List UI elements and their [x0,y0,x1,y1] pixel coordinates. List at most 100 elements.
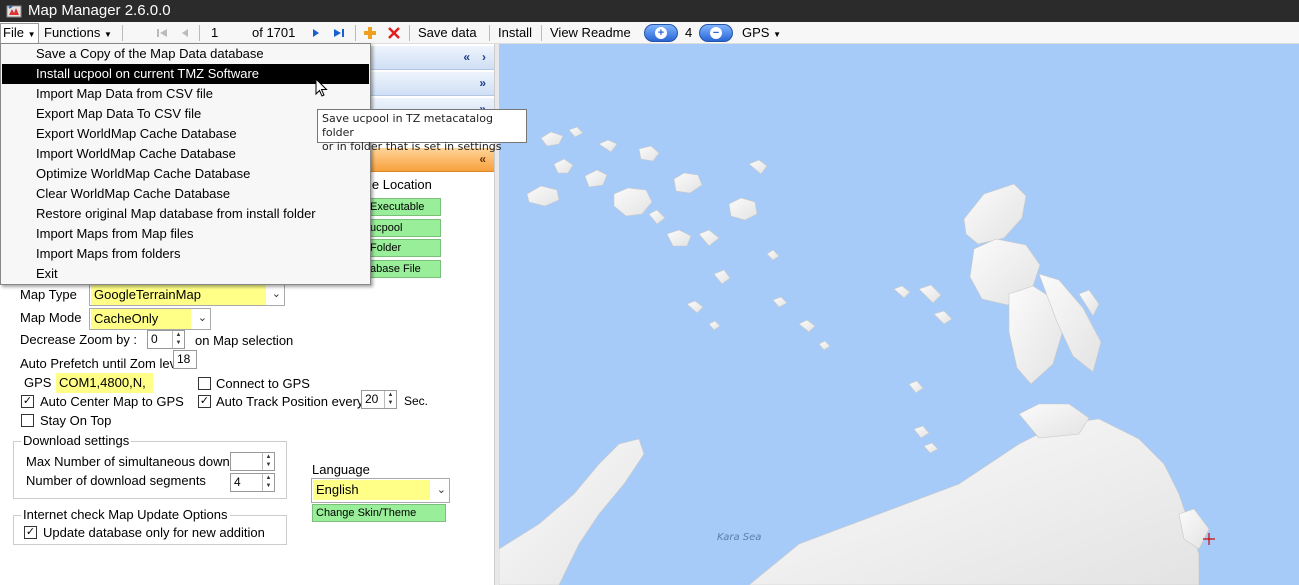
map-mode-value: CacheOnly [91,309,191,329]
connect-gps-label: Connect to GPS [216,376,310,391]
menu-item-exit[interactable]: Exit [2,264,369,284]
connect-gps-checkbox[interactable] [198,377,211,390]
menu-item-import-csv[interactable]: Import Map Data from CSV file [2,84,369,104]
menu-item-install-ucpool[interactable]: Install ucpool on current TMZ Software [2,64,369,84]
save-data-button[interactable]: Save data [418,25,477,41]
executable-button[interactable]: Executable [366,198,441,216]
app-icon [6,5,22,18]
title-bar: Map Manager 2.6.0.0 [0,0,1299,22]
map-mode-label: Map Mode [20,310,82,325]
internet-options-label: Internet check Map Update Options [21,507,230,522]
menu-item-import-map-files[interactable]: Import Maps from Map files [2,224,369,244]
map-mode-select[interactable]: CacheOnly ⌄ [89,308,211,330]
auto-center-checkbox[interactable]: ✓ [21,395,34,408]
segments-spinner[interactable]: 4 ▲ ▼ [230,473,275,492]
zoom-in-icon[interactable]: + [644,24,678,42]
file-location-label: le Location [369,177,432,192]
auto-track-label: Auto Track Position every [216,394,364,409]
islands [499,126,1210,585]
map-view[interactable]: Kara Sea [499,44,1299,585]
auto-center-label: Auto Center Map to GPS [40,394,184,409]
separator [355,25,356,41]
separator [541,25,542,41]
tooltip-line-1: Save ucpool in TZ metacatalog folder [322,112,493,139]
zoom-level: 4 [685,25,693,40]
menu-item-export-worldmap[interactable]: Export WorldMap Cache Database [2,124,369,144]
max-download-label: Max Number of simultaneous download [26,454,255,469]
menu-item-export-csv[interactable]: Export Map Data To CSV file [2,104,369,124]
separator [122,25,123,41]
auto-prefetch-label: Auto Prefetch until Zom lev [20,356,177,371]
menu-item-import-worldmap[interactable]: Import WorldMap Cache Database [2,144,369,164]
segments-value: 4 [234,475,241,489]
spinner-arrows-icon[interactable]: ▲ ▼ [262,453,274,470]
gps-input[interactable]: COM1,4800,N, [56,373,153,393]
stay-on-top-checkbox[interactable] [21,414,34,427]
language-select[interactable]: English ⌄ [311,478,450,503]
tooltip: Save ucpool in TZ metacatalog folder or … [317,109,527,153]
chevron-double-up-icon[interactable]: « [479,152,486,166]
auto-track-checkbox[interactable]: ✓ [198,395,211,408]
change-skin-button[interactable]: Change Skin/Theme [312,504,446,522]
page-count: of 1701 [252,25,296,40]
delete-icon[interactable] [387,26,401,40]
auto-track-unit: Sec. [404,394,429,408]
decrease-zoom-label: Decrease Zoom by : [20,332,138,347]
view-readme-button[interactable]: View Readme [550,25,631,41]
toolbar: File ▼ Functions ▼ 1 of 1701 Save data I… [0,22,1299,44]
functions-menu-button[interactable]: Functions ▼ [44,25,112,43]
auto-prefetch-value: 18 [177,352,191,366]
page-number-input[interactable]: 1 [211,25,218,41]
chevron-right-icon[interactable]: › [482,50,486,64]
menu-item-restore-database[interactable]: Restore original Map database from insta… [2,204,369,224]
chevron-down-icon: ▼ [104,30,112,39]
next-page-icon[interactable] [309,26,323,40]
decrease-zoom-value: 0 [151,332,158,346]
chevron-down-icon: ⌄ [271,288,281,300]
chevron-down-icon: ▼ [27,30,36,39]
file-menu-button[interactable]: File ▼ [0,23,39,44]
spinner-arrows-icon[interactable]: ▲ ▼ [262,474,274,491]
menu-item-optimize-worldmap[interactable]: Optimize WorldMap Cache Database [2,164,369,184]
decrease-zoom-spinner[interactable]: 0 ▲ ▼ [147,330,185,349]
first-page-icon[interactable] [155,26,169,40]
gps-menu-button[interactable]: GPS ▼ [742,25,781,43]
auto-track-spinner[interactable]: 20 ▲ ▼ [361,390,397,409]
sea-label: Kara Sea [717,532,761,543]
language-value: English [313,480,430,500]
ucpool-button[interactable]: ucpool [366,219,441,237]
map-type-select[interactable]: GoogleTerrainMap ⌄ [89,284,285,306]
separator [489,25,490,41]
tooltip-line-2: or in folder that is set in settings [322,140,502,153]
chevron-double-down-icon[interactable]: » [479,76,486,90]
file-label: File [3,25,24,40]
database-file-button[interactable]: abase File [366,260,441,278]
collapse-left-icon[interactable]: « [463,50,470,64]
gps-label: GPS [24,375,52,390]
decrease-zoom-suffix: on Map selection [195,333,294,348]
menu-item-import-folders[interactable]: Import Maps from folders [2,244,369,264]
update-database-checkbox[interactable]: ✓ [24,526,37,539]
language-label: Language [312,462,370,477]
menu-item-save-copy[interactable]: Save a Copy of the Map Data database [2,44,369,64]
chevron-down-icon: ⌄ [436,484,446,496]
spinner-arrows-icon[interactable]: ▲ ▼ [384,391,396,408]
zoom-out-icon[interactable]: − [699,24,733,42]
previous-page-icon[interactable] [178,26,192,40]
menu-item-clear-worldmap[interactable]: Clear WorldMap Cache Database [2,184,369,204]
window-title: Map Manager 2.6.0.0 [28,2,171,19]
max-download-spinner[interactable]: ▲ ▼ [230,452,275,471]
spinner-arrows-icon[interactable]: ▲ ▼ [172,331,184,348]
add-icon[interactable] [363,26,377,40]
chevron-down-icon: ▼ [773,30,782,39]
folder-button[interactable]: Folder [366,239,441,257]
download-settings-label: Download settings [21,433,132,448]
chevron-down-icon: ⌄ [197,312,207,324]
auto-prefetch-spinner[interactable]: 18 [173,350,197,369]
install-button[interactable]: Install [498,25,532,41]
auto-track-value: 20 [365,392,379,406]
terrain-map: Kara Sea [499,126,1215,585]
last-page-icon[interactable] [332,26,346,40]
separator [199,25,200,41]
functions-label: Functions [44,25,101,40]
